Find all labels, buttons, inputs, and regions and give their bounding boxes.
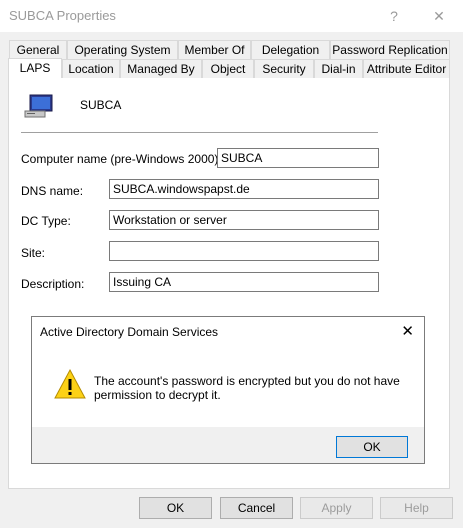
site-label: Site: bbox=[21, 246, 46, 260]
computer-icon bbox=[24, 94, 54, 120]
tab-delegation[interactable]: Delegation bbox=[251, 40, 330, 59]
object-name: SUBCA bbox=[80, 98, 122, 112]
dialog-body: Active Directory Domain Services ✕ The a… bbox=[32, 317, 424, 427]
description-field[interactable]: Issuing CA bbox=[109, 272, 379, 292]
dc-type-label: DC Type: bbox=[21, 214, 71, 228]
computer-name-label: Computer name (pre-Windows 2000): bbox=[21, 152, 222, 166]
computer-name-field[interactable]: SUBCA bbox=[217, 148, 379, 168]
cancel-button[interactable]: Cancel bbox=[220, 497, 293, 519]
error-dialog: Active Directory Domain Services ✕ The a… bbox=[31, 316, 425, 464]
site-field[interactable] bbox=[109, 241, 379, 261]
tab-dial-in[interactable]: Dial-in bbox=[314, 59, 363, 78]
window-title: SUBCA Properties bbox=[9, 8, 116, 23]
help-title-button[interactable]: ? bbox=[382, 6, 406, 26]
tab-location[interactable]: Location bbox=[62, 59, 120, 78]
dialog-ok-button[interactable]: OK bbox=[336, 436, 408, 458]
separator bbox=[21, 132, 378, 133]
apply-button[interactable]: Apply bbox=[300, 497, 373, 519]
close-window-button[interactable]: ✕ bbox=[427, 6, 451, 26]
tab-password-replication[interactable]: Password Replication bbox=[330, 40, 450, 59]
warning-icon bbox=[54, 368, 86, 400]
dialog-message: The account's password is encrypted but … bbox=[94, 374, 400, 402]
description-label: Description: bbox=[21, 277, 85, 291]
tab-managed-by[interactable]: Managed By bbox=[120, 59, 202, 78]
tab-laps[interactable]: LAPS bbox=[8, 58, 62, 78]
tab-attribute-editor[interactable]: Attribute Editor bbox=[363, 59, 450, 78]
dns-name-label: DNS name: bbox=[21, 184, 84, 198]
dns-name-field[interactable]: SUBCA.windowspapst.de bbox=[109, 179, 379, 199]
dialog-title: Active Directory Domain Services bbox=[40, 325, 219, 339]
help-button[interactable]: Help bbox=[380, 497, 453, 519]
tab-security[interactable]: Security bbox=[254, 59, 314, 78]
dialog-close-button[interactable]: ✕ bbox=[401, 322, 414, 340]
title-bar: SUBCA Properties ? ✕ bbox=[0, 0, 463, 32]
tab-object[interactable]: Object bbox=[202, 59, 254, 78]
tab-general[interactable]: General bbox=[9, 40, 67, 59]
tab-member-of[interactable]: Member Of bbox=[178, 40, 251, 59]
dc-type-field[interactable]: Workstation or server bbox=[109, 210, 379, 230]
ok-button[interactable]: OK bbox=[139, 497, 212, 519]
tab-operating-system[interactable]: Operating System bbox=[67, 40, 178, 59]
